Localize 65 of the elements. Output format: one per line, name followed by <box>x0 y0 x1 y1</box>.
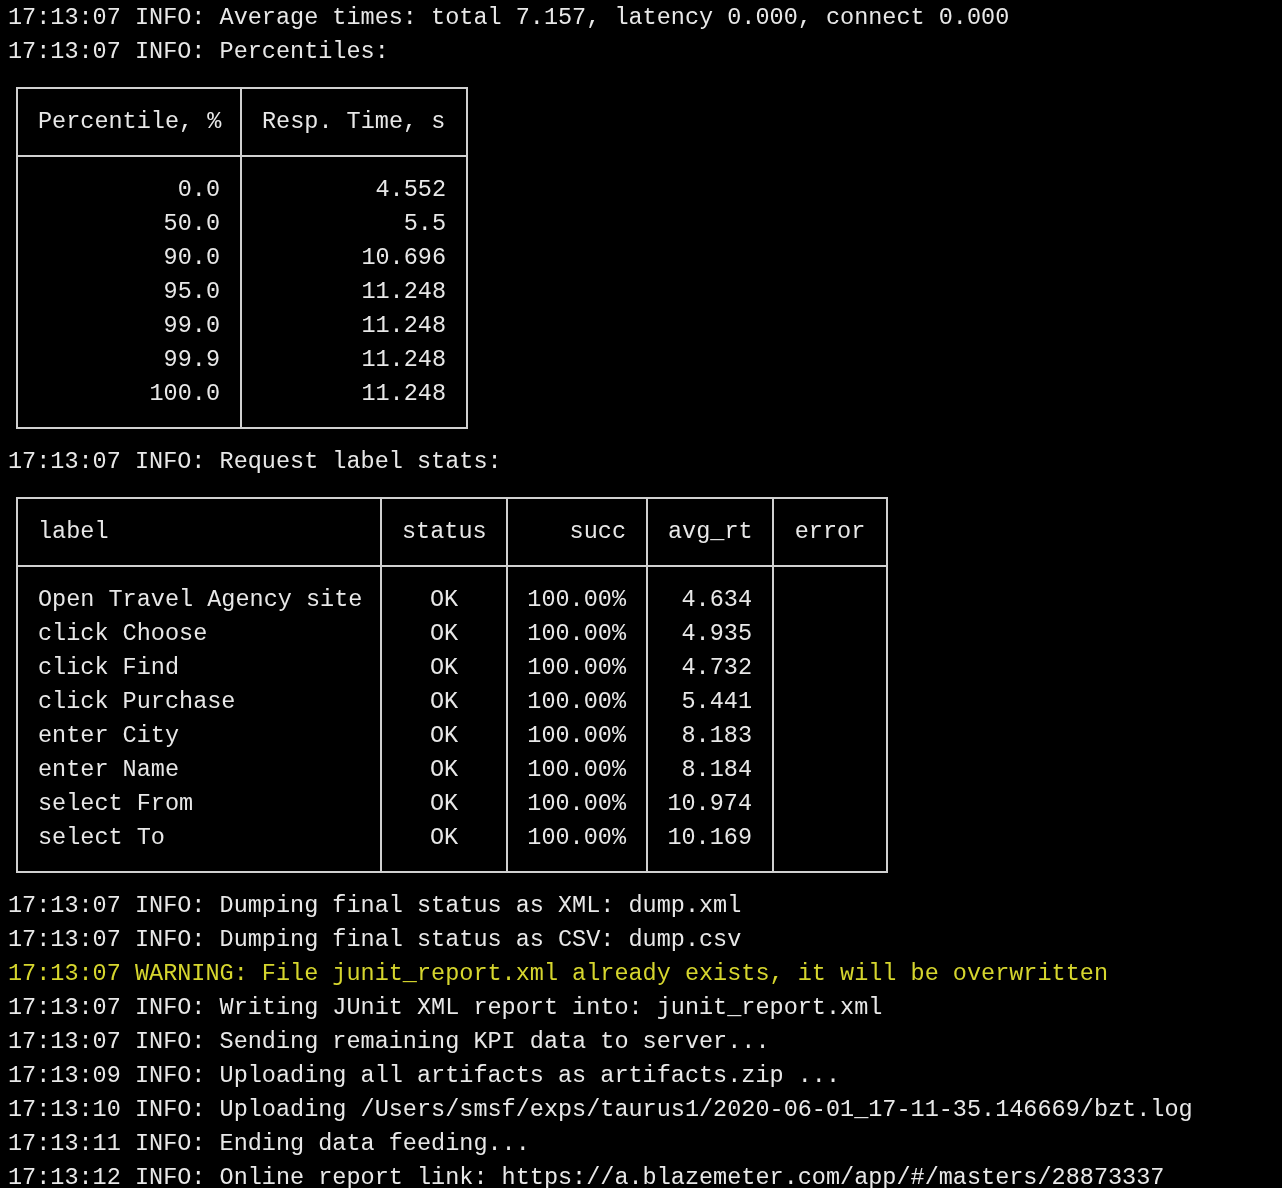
log-line: 17:13:10 INFO: Uploading /Users/smsf/exps/taurus1/2020-06-01_17-11-35.146669/bzt.log <box>8 1095 1193 1125</box>
table-cell-text: 100.00% <box>527 687 626 717</box>
table-cell-text: 5.5 <box>403 209 446 239</box>
table-cell-text: enter Name <box>38 755 180 785</box>
table-cell-text: OK <box>429 755 459 785</box>
table-header-cell: avg_rt <box>648 499 772 567</box>
table-cell-text: click Choose <box>38 619 208 649</box>
table-header-cell: Percentile, % <box>18 89 240 157</box>
table-cell-text: 0.0 <box>177 175 220 205</box>
table-cell-text: 4.552 <box>375 175 446 205</box>
table-cell-text: 10.169 <box>667 823 752 853</box>
table-cell-text: select To <box>38 823 165 853</box>
table-cell-text: 100.00% <box>527 653 626 683</box>
warning-log-line: 17:13:07 WARNING: File junit_report.xml already exists, it will be overwritten <box>8 959 1108 989</box>
table-cell-text: 5.441 <box>681 687 752 717</box>
table-cell-text: 90.0 <box>163 243 220 273</box>
table-cell-text: 4.634 <box>681 585 752 615</box>
log-line: 17:13:07 INFO: Dumping final status as XML: dump.xml <box>8 891 742 921</box>
table-cell-text: OK <box>429 585 459 615</box>
table-cell-text: 100.00% <box>527 721 626 751</box>
table-header-cell: status <box>382 499 506 567</box>
table-cell-text: OK <box>429 653 459 683</box>
table-cell-text: 4.935 <box>681 619 752 649</box>
table-cell-text: 99.0 <box>163 311 220 341</box>
table-cell-text: Open Travel Agency site <box>38 585 363 615</box>
log-line: 17:13:07 INFO: Average times: total 7.157, latency 0.000, connect 0.000 <box>8 3 1010 33</box>
table-cell-text: click Find <box>38 653 180 683</box>
table-header-cell: Resp. Time, s <box>242 89 466 157</box>
table-header-cell: succ <box>508 499 646 567</box>
table-cell-text: OK <box>429 823 459 853</box>
table-cell-text: 11.248 <box>361 311 446 341</box>
table-cell-text: 8.183 <box>681 721 752 751</box>
log-line: 17:13:09 INFO: Uploading all artifacts as artifacts.zip ... <box>8 1061 841 1091</box>
log-line: 17:13:07 INFO: Request label stats: <box>8 447 502 477</box>
table-cell-text: 11.248 <box>361 379 446 409</box>
table-header-cell: label <box>18 499 380 567</box>
table-cell-text: 11.248 <box>361 345 446 375</box>
table-cell-text: OK <box>429 721 459 751</box>
table-cell-text: OK <box>429 789 459 819</box>
table-cell-text: 100.00% <box>527 789 626 819</box>
log-line: 17:13:12 INFO: Online report link: https://a.blazemeter.com/app/#/masters/28873337 <box>8 1163 1165 1188</box>
table-cell-text: 10.696 <box>361 243 446 273</box>
table-cell-text: select From <box>38 789 194 819</box>
log-line: 17:13:07 INFO: Writing JUnit XML report into: junit_report.xml <box>8 993 883 1023</box>
table-cell-text: click Purchase <box>38 687 236 717</box>
log-line: 17:13:07 INFO: Sending remaining KPI data to server... <box>8 1027 770 1057</box>
table-cell-text: 8.184 <box>681 755 752 785</box>
table-cell-text: 50.0 <box>163 209 220 239</box>
table-header-cell: error <box>774 499 886 567</box>
table-cell-text: enter City <box>38 721 180 751</box>
table-cell-text: 4.732 <box>681 653 752 683</box>
table-cell-text: 100.00% <box>527 619 626 649</box>
table-cell-text: 100.00% <box>527 755 626 785</box>
table-cell-text: 10.974 <box>667 789 752 819</box>
table-cell-text: 100.00% <box>527 585 626 615</box>
table-cell-text: OK <box>429 687 459 717</box>
table-cell-text: 99.9 <box>163 345 220 375</box>
log-line: 17:13:07 INFO: Dumping final status as CSV: dump.csv <box>8 925 742 955</box>
table-cell-text: 11.248 <box>361 277 446 307</box>
log-line: 17:13:07 INFO: Percentiles: <box>8 37 389 67</box>
table-cell-text: 100.00% <box>527 823 626 853</box>
table-cell-text: OK <box>429 619 459 649</box>
log-line: 17:13:11 INFO: Ending data feeding... <box>8 1129 530 1159</box>
table-cell-text: 100.0 <box>149 379 220 409</box>
table-cell-text: 95.0 <box>163 277 220 307</box>
